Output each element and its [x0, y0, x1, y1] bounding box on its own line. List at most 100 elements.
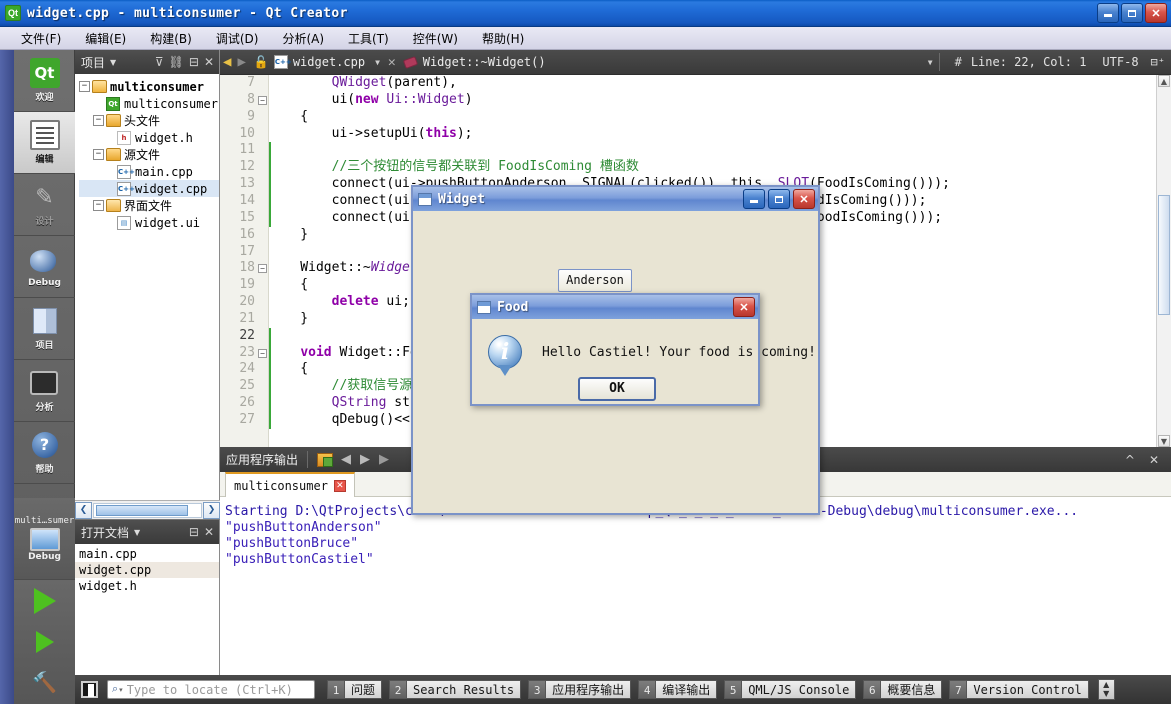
scroll-down-arrow-icon[interactable]: ▼ [1158, 435, 1170, 447]
menu-help[interactable]: 帮助(H) [471, 28, 535, 49]
list-item[interactable]: main.cpp [75, 546, 219, 562]
menu-debug[interactable]: 调试(D) [205, 28, 270, 49]
scrollbar-track[interactable] [93, 502, 202, 518]
close-icon[interactable]: ✕ [204, 55, 214, 69]
expander-icon[interactable]: − [79, 81, 90, 92]
scrollbar-thumb[interactable] [1158, 195, 1170, 315]
tree-item-widget-h[interactable]: h widget.h [79, 129, 219, 146]
code-line[interactable]: } [269, 311, 308, 328]
scroll-right-arrow-icon[interactable]: ❯ [203, 501, 220, 519]
tree-item-headers-folder[interactable]: − 头文件 [79, 112, 219, 129]
kit-selector[interactable]: multi…sumer Debug [14, 498, 75, 580]
fold-toggle-icon[interactable]: − [258, 95, 267, 105]
fold-toggle-icon[interactable]: − [258, 348, 267, 358]
message-box-close-button[interactable]: ✕ [733, 297, 755, 317]
minimize-panel-icon[interactable]: ^ [1125, 453, 1135, 467]
unlocked-padlock-icon[interactable]: 🔓 [254, 55, 269, 69]
menu-file[interactable]: 文件(F) [10, 28, 72, 49]
menu-edit[interactable]: 编辑(E) [74, 28, 137, 49]
mode-item-welcome[interactable]: Qt 欢迎 [14, 50, 75, 112]
mode-item-debug[interactable]: Debug [14, 236, 75, 298]
close-icon[interactable]: ✕ [204, 525, 214, 539]
next-item-icon[interactable]: ▶ [360, 452, 370, 467]
split-icon[interactable]: ⊟ [189, 55, 199, 69]
link-icon[interactable]: ⛓ [169, 55, 184, 69]
tree-item-multiconsumer[interactable]: − multiconsumer [79, 78, 219, 95]
run-button[interactable] [14, 580, 75, 621]
menu-widgets[interactable]: 控件(W) [402, 28, 469, 49]
code-line[interactable]: { [269, 361, 308, 378]
chevron-down-icon[interactable]: ▼ [375, 58, 380, 67]
statusbar-tab-application-output[interactable]: 3 应用程序输出 [528, 680, 632, 699]
close-panel-icon[interactable]: ✕ [1149, 453, 1159, 467]
menu-tools[interactable]: 工具(T) [337, 28, 400, 49]
toggle-sidebar-icon[interactable] [81, 681, 98, 698]
tree-item-widget-cpp[interactable]: C++ widget.cpp [79, 180, 219, 197]
expander-icon[interactable]: − [93, 149, 104, 160]
app-close-button[interactable]: ✕ [793, 189, 815, 209]
menu-analyze[interactable]: 分析(A) [271, 28, 335, 49]
statusbar-tab-version-control[interactable]: 7 Version Control [949, 680, 1089, 699]
code-line[interactable]: QWidget (parent), [269, 75, 457, 92]
app-minimize-button[interactable] [743, 189, 765, 209]
filter-icon[interactable]: ⊽ [155, 55, 164, 69]
chevron-down-icon[interactable]: ▼ [134, 528, 140, 537]
list-item[interactable]: widget.cpp [75, 562, 219, 578]
statusbar-tab-general-messages[interactable]: 6 概要信息 [863, 680, 943, 699]
code-line[interactable]: { [269, 277, 308, 294]
code-line[interactable]: ui-> setupUi(this); [269, 126, 473, 143]
push-button-anderson[interactable]: Anderson [558, 269, 632, 292]
mode-item-design[interactable]: ✎ 设计 [14, 174, 75, 236]
menu-build[interactable]: 构建(B) [139, 28, 203, 49]
code-line[interactable]: qDebug()<<s [269, 412, 418, 429]
navigate-forward-icon[interactable]: ▶ [237, 54, 245, 70]
split-editor-icon[interactable]: ⊟⁺ [1151, 55, 1165, 69]
expander-icon[interactable]: − [93, 115, 104, 126]
scroll-up-arrow-icon[interactable]: ▲ [1158, 75, 1170, 87]
prev-item-icon[interactable]: ◀ [341, 452, 351, 467]
ok-button[interactable]: OK [578, 377, 656, 401]
rerun-icon[interactable]: ▶ [379, 452, 389, 467]
code-line[interactable]: ui(new Ui::Widget) [269, 92, 473, 109]
encoding-label[interactable]: UTF-8 [1102, 55, 1138, 69]
tree-item-sources-folder[interactable]: − 源文件 [79, 146, 219, 163]
fold-toggle-icon[interactable]: − [258, 264, 267, 274]
code-line[interactable]: Widget::~Widget() [269, 260, 433, 277]
statusbar-tab-issues[interactable]: 1 问题 [327, 680, 383, 699]
tree-item-main-cpp[interactable]: C++ main.cpp [79, 163, 219, 180]
mode-item-projects[interactable]: 项目 [14, 298, 75, 360]
editor-vscrollbar[interactable]: ▲ ▼ [1156, 75, 1171, 447]
chevron-down-icon[interactable]: ▼ [928, 58, 933, 67]
locator-input[interactable]: ⌕ ▾ Type to locate (Ctrl+K) [107, 680, 315, 699]
output-tab-multiconsumer[interactable]: multiconsumer ✕ [225, 472, 355, 497]
code-line[interactable]: { [269, 109, 308, 126]
mode-item-analyze[interactable]: 分析 [14, 360, 75, 422]
panel-resize-handle[interactable]: ▲ ▼ [1097, 679, 1115, 700]
open-file-combo[interactable]: C++ widget.cpp ▼ [273, 55, 380, 69]
tree-item-forms-folder[interactable]: − 界面文件 [79, 197, 219, 214]
project-pane-hscrollbar[interactable]: ❮ ❯ [75, 500, 220, 519]
code-line[interactable]: //三个按钮的信号都关联到 FoodIsComing 槽函数 [269, 159, 639, 176]
list-item[interactable]: widget.h [75, 578, 219, 594]
chevron-down-icon[interactable]: ▼ [110, 58, 116, 67]
tree-item-widget-ui[interactable]: ▤ widget.ui [79, 214, 219, 231]
tree-item-pro-file[interactable]: Qt multiconsumer. [79, 95, 219, 112]
window-maximize-button[interactable] [1121, 3, 1143, 23]
clear-output-icon[interactable] [317, 452, 334, 467]
chevron-down-icon[interactable]: ▾ [119, 686, 123, 694]
mode-item-help[interactable]: ? 帮助 [14, 422, 75, 484]
output-text[interactable]: Starting D:\QtProjects\ch04\build-multic… [220, 497, 1171, 675]
code-line[interactable]: //获取信号源 [269, 378, 413, 395]
code-line[interactable]: delete ui; [269, 294, 410, 311]
statusbar-tab-compile-output[interactable]: 4 编译输出 [638, 680, 718, 699]
statusbar-tab-qml-js-console[interactable]: 5 QML/JS Console [724, 680, 857, 699]
code-line[interactable]: QString str [269, 395, 418, 412]
close-editor-icon[interactable]: ✕ [388, 55, 396, 70]
close-icon[interactable]: ✕ [333, 479, 346, 492]
window-close-button[interactable]: ✕ [1145, 3, 1167, 23]
split-icon[interactable]: ⊟ [189, 525, 199, 539]
window-minimize-button[interactable] [1097, 3, 1119, 23]
statusbar-tab-search-results[interactable]: 2 Search Results [389, 680, 522, 699]
build-button[interactable]: 🔨 [14, 662, 75, 703]
app-maximize-button[interactable] [768, 189, 790, 209]
